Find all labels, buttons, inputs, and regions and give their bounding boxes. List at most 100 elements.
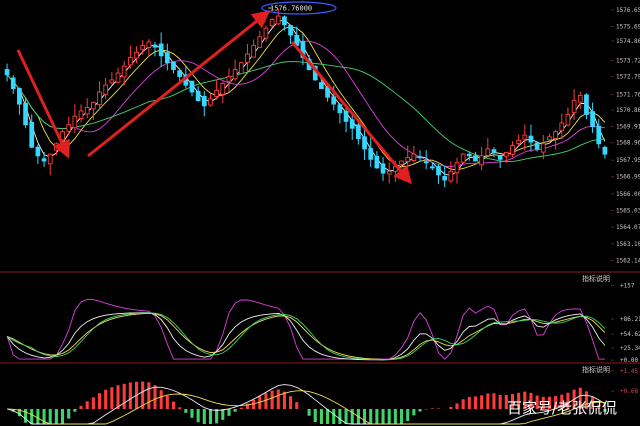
osc-d-line	[6, 312, 606, 360]
candle-body	[177, 70, 183, 77]
oscillator-axis: +157+86.21+54.62+25.34+0.00	[611, 282, 640, 364]
candle-body	[510, 145, 515, 155]
candle-body	[571, 100, 577, 114]
price-tick-label: 1573.72	[616, 58, 640, 65]
candle-body	[109, 79, 115, 84]
moving-average-layer	[6, 19, 606, 176]
candle-body	[10, 77, 16, 89]
candle-body	[214, 89, 219, 97]
candle-body	[405, 157, 411, 162]
candle-body	[245, 53, 250, 63]
candle-body	[331, 96, 337, 105]
candle-body	[47, 153, 53, 165]
candle-body	[103, 84, 109, 95]
price-tick-label: 1576.65	[616, 7, 640, 14]
candle-body	[263, 27, 269, 39]
candle-body	[534, 142, 540, 150]
ma-white-line	[6, 19, 606, 176]
price-tick-label: 1575.69	[616, 24, 640, 31]
candle-body	[4, 69, 10, 76]
candle-body	[417, 156, 423, 159]
candle-body	[23, 102, 28, 126]
candle-body	[522, 134, 528, 140]
candle-body	[577, 95, 583, 103]
osc-tick-label: +54.62	[620, 331, 640, 338]
candle-body	[528, 135, 534, 143]
candle-body	[115, 72, 121, 83]
candle-body	[590, 111, 595, 127]
oscillator-panel-title: 指标说明	[582, 274, 610, 283]
osc-k-line	[6, 312, 606, 361]
candle-body	[380, 163, 386, 174]
oscillator-lines	[6, 298, 606, 361]
price-tick-label: 1574.86	[616, 38, 640, 45]
chart-stage: 1576.76000 1576.65 1575.69 1574.86 1573.72 1…	[0, 1, 640, 425]
candle-body	[72, 115, 78, 129]
candle-body	[78, 110, 84, 119]
candle-body	[356, 124, 361, 140]
osc-tick-label: +86.21	[620, 316, 640, 323]
price-tick-label: 1562.14	[616, 257, 640, 264]
candle-body	[208, 98, 213, 106]
candle-body	[35, 146, 41, 157]
candle-body	[559, 122, 565, 132]
candle-body	[201, 95, 207, 107]
candle-body	[152, 44, 158, 48]
candle-body	[195, 90, 201, 102]
candle-body	[485, 148, 491, 156]
candle-body	[423, 161, 429, 164]
candle-body	[516, 139, 521, 144]
price-tick-label: 1568.96	[616, 140, 640, 147]
candle-body	[466, 153, 472, 157]
price-tick-label: 1570.86	[616, 107, 640, 114]
macd-panel-title: 指标说明	[582, 365, 610, 374]
candle-body	[140, 44, 146, 50]
price-tick-label: 1566.00	[616, 191, 640, 198]
candle-body	[448, 170, 454, 182]
candle-body	[473, 155, 478, 162]
candle-body	[220, 82, 226, 95]
candle-body	[442, 176, 448, 181]
candle-body	[503, 151, 509, 157]
osc-j-line	[6, 298, 605, 360]
macd-tick-label: +0.68	[620, 388, 638, 395]
candle-body	[257, 36, 263, 48]
candle-body	[565, 113, 571, 126]
candle-body	[584, 94, 589, 115]
price-axis: 1576.65 1575.69 1574.86 1573.72 1572.79 1571.…	[611, 7, 640, 264]
candle-body	[337, 104, 343, 114]
candle-body	[134, 51, 139, 59]
candle-body	[362, 136, 367, 150]
watermark: 百家号/老张侃侃	[507, 399, 617, 417]
candle-body	[127, 57, 133, 66]
candle-body	[171, 61, 176, 71]
candle-body	[84, 107, 90, 115]
candle-body	[479, 155, 485, 166]
candle-body	[325, 87, 330, 98]
annotation-arrow-layer	[16, 10, 412, 185]
osc-tick-label: +25.34	[620, 345, 640, 352]
candle-body	[491, 149, 497, 153]
price-tick-label: 1569.91	[616, 123, 640, 130]
candle-body	[146, 41, 152, 48]
candle-body	[17, 88, 22, 105]
candle-body	[436, 166, 441, 176]
candle-body	[91, 101, 96, 110]
candle-body	[226, 76, 232, 83]
price-tick-label: 1572.79	[616, 74, 640, 81]
candle-body	[41, 158, 47, 162]
candle-body	[399, 160, 404, 165]
peak-label-group: 1576.76000	[261, 1, 337, 15]
candle-body	[121, 65, 127, 78]
price-tick-label: 1564.07	[616, 224, 640, 231]
candle-body	[282, 16, 287, 26]
price-tick-label: 1566.99	[616, 174, 640, 181]
candle-body	[553, 131, 558, 139]
candle-body	[29, 121, 35, 148]
candle-body	[269, 19, 275, 27]
osc-tick-label: +157	[620, 282, 635, 289]
candle-body	[158, 43, 164, 57]
candle-body	[547, 136, 552, 141]
candle-body	[596, 125, 602, 145]
candle-body	[164, 52, 170, 64]
